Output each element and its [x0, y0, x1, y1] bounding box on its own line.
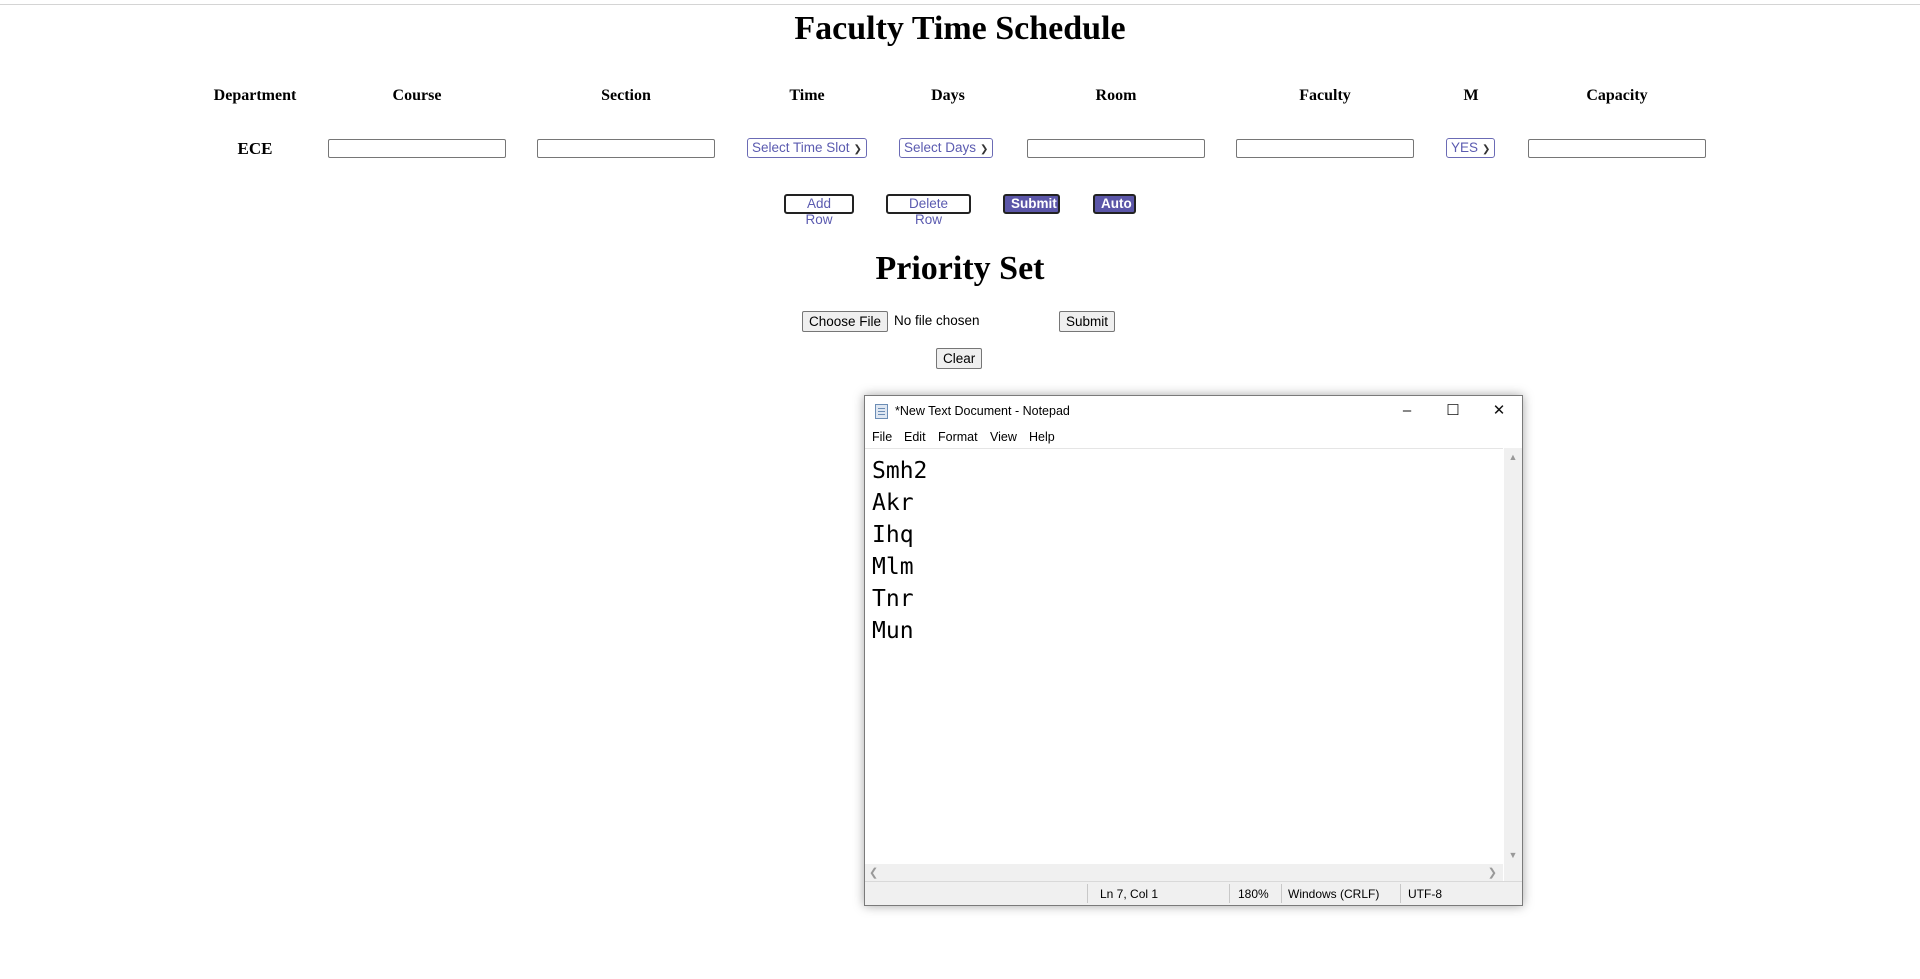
text-line: Ihq	[872, 522, 914, 548]
status-zoom: 180%	[1238, 887, 1269, 901]
menu-view[interactable]: View	[990, 430, 1017, 444]
minimize-icon[interactable]: –	[1384, 396, 1430, 426]
status-divider	[1400, 884, 1401, 903]
choose-file-button[interactable]: Choose File	[802, 311, 889, 332]
submit-button[interactable]: Submit	[1003, 194, 1060, 214]
notepad-status-bar: Ln 7, Col 1 180% Windows (CRLF) UTF-8	[865, 881, 1522, 905]
priority-title: Priority Set	[875, 250, 1045, 287]
notepad-title: *New Text Document - Notepad	[895, 404, 1070, 418]
page-title: Faculty Time Schedule	[794, 10, 1126, 47]
horizontal-scrollbar[interactable]: ❮ ❯	[865, 864, 1503, 881]
priority-submit-button[interactable]: Submit	[1059, 311, 1116, 332]
scroll-corner	[1504, 864, 1522, 881]
capacity-input[interactable]	[1528, 139, 1706, 158]
days-select[interactable]: Select Days ❯	[899, 138, 994, 158]
status-divider	[1087, 884, 1088, 903]
header-capacity: Capacity	[1586, 87, 1648, 104]
status-encoding: UTF-8	[1408, 887, 1442, 901]
header-course: Course	[392, 87, 442, 104]
clear-button[interactable]: Clear	[936, 348, 983, 369]
maximize-icon[interactable]: ☐	[1430, 396, 1476, 426]
scroll-right-icon[interactable]: ❯	[1488, 866, 1497, 879]
notepad-icon	[875, 404, 888, 419]
header-time: Time	[789, 87, 825, 104]
file-status-text: No file chosen	[894, 313, 980, 328]
text-line: Akr	[872, 490, 914, 516]
header-section: Section	[601, 87, 651, 104]
add-row-button[interactable]: Add Row	[784, 194, 854, 227]
scroll-down-icon[interactable]: ▼	[1504, 850, 1522, 860]
header-days: Days	[931, 87, 965, 104]
delete-row-button[interactable]: Delete Row	[886, 194, 971, 227]
close-icon[interactable]: ✕	[1476, 396, 1522, 426]
scroll-up-icon[interactable]: ▲	[1504, 452, 1522, 462]
status-position: Ln 7, Col 1	[1100, 887, 1159, 901]
section-input[interactable]	[537, 139, 715, 158]
chevron-down-icon: ❯	[980, 144, 989, 155]
chevron-down-icon: ❯	[853, 144, 862, 155]
scroll-left-icon[interactable]: ❮	[869, 866, 878, 879]
menu-help[interactable]: Help	[1029, 430, 1055, 444]
top-divider	[0, 4, 1920, 5]
course-input[interactable]	[328, 139, 506, 158]
notepad-text-area[interactable]: Smh2 Akr Ihq Mlm Tnr Mun	[865, 448, 1503, 865]
room-input[interactable]	[1027, 139, 1205, 158]
chevron-down-icon: ❯	[1482, 144, 1491, 155]
m-select[interactable]: YES ❯	[1446, 138, 1496, 158]
days-select-label: Select Days	[904, 140, 977, 155]
time-slot-select-label: Select Time Slot	[752, 140, 850, 155]
notepad-window[interactable]: *New Text Document - Notepad – ☐ ✕ File …	[864, 395, 1523, 906]
text-line: Mun	[872, 618, 914, 644]
menu-edit[interactable]: Edit	[904, 430, 926, 444]
header-department: Department	[213, 87, 297, 104]
notepad-menu-bar: File Edit Format View Help	[865, 426, 1522, 448]
status-line-ending: Windows (CRLF)	[1288, 887, 1380, 901]
notepad-title-bar[interactable]: *New Text Document - Notepad – ☐ ✕	[865, 396, 1522, 426]
header-faculty: Faculty	[1299, 87, 1351, 104]
auto-button[interactable]: Auto	[1093, 194, 1136, 214]
header-room: Room	[1095, 87, 1137, 104]
department-value: ECE	[237, 139, 273, 158]
m-select-label: YES	[1451, 140, 1479, 155]
status-divider	[1229, 884, 1230, 903]
menu-format[interactable]: Format	[938, 430, 978, 444]
text-line: Mlm	[872, 554, 914, 580]
time-slot-select[interactable]: Select Time Slot ❯	[747, 138, 867, 158]
status-divider	[1281, 884, 1282, 903]
faculty-input[interactable]	[1236, 139, 1414, 158]
header-m: M	[1463, 87, 1479, 104]
text-line: Smh2	[872, 458, 928, 484]
menu-file[interactable]: File	[872, 430, 892, 444]
vertical-scrollbar[interactable]: ▲ ▼	[1504, 448, 1522, 864]
text-line: Tnr	[872, 586, 914, 612]
